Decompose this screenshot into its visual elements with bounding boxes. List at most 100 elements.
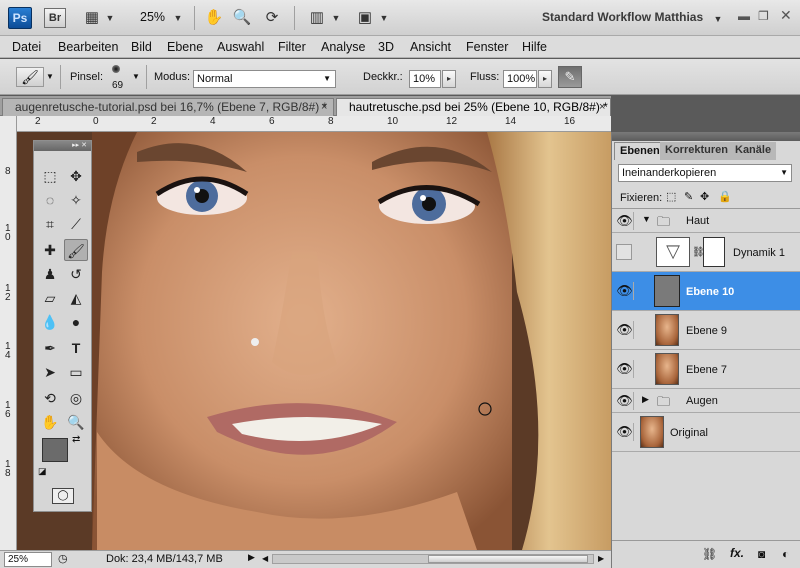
restore-icon[interactable]: ❐ <box>758 9 769 23</box>
screen-mode-icon[interactable]: ▣ <box>354 9 376 27</box>
layer-dynamik-1[interactable]: ▽ ⛓ Dynamik 1 <box>612 233 800 272</box>
bridge-button[interactable]: Br <box>44 8 66 28</box>
arrange-documents-icon[interactable]: ▥ <box>306 9 328 27</box>
magic-wand-icon[interactable]: ✧ <box>64 189 88 211</box>
hand-tool-icon[interactable]: ✋ <box>204 9 224 27</box>
workspace-dropdown-icon[interactable]: ▼ <box>712 10 724 28</box>
swap-colors-icon[interactable]: ⇄ <box>72 434 80 445</box>
new-adjustment-layer-icon[interactable]: ◐ <box>782 547 789 561</box>
brush-preset-icon[interactable]: 🖌 <box>16 67 44 87</box>
layer-group-augen[interactable]: 👁 ▶ 🗀 Augen <box>612 389 800 413</box>
dodge-tool-icon[interactable]: ● <box>64 311 88 333</box>
status-info-icon[interactable]: ◷ <box>58 552 68 565</box>
layer-ebene-9[interactable]: 👁 Ebene 9 <box>612 311 800 350</box>
layer-mask-thumbnail[interactable] <box>703 237 725 267</box>
horizontal-ruler[interactable]: 2 0 2 4 6 8 10 12 14 16 <box>17 116 611 132</box>
layer-ebene-10[interactable]: 👁 Ebene 10 <box>612 272 800 311</box>
scroll-right-icon[interactable]: ▶ <box>598 554 604 563</box>
chevron-down-icon[interactable]: ▼ <box>46 72 54 81</box>
menu-ebene[interactable]: Ebene <box>167 40 203 54</box>
blend-mode-select[interactable]: Ineinanderkopieren ▼ <box>618 164 792 182</box>
chevron-down-icon[interactable]: ▼ <box>378 9 390 27</box>
hand-tool-icon[interactable]: ✋ <box>38 411 62 433</box>
scroll-left-icon[interactable]: ◀ <box>262 554 270 564</box>
menu-datei[interactable]: Datei <box>12 40 41 54</box>
tab-kanaele[interactable]: Kanäle <box>730 142 777 160</box>
menu-filter[interactable]: Filter <box>278 40 306 54</box>
clone-stamp-icon[interactable]: ♟ <box>38 263 62 285</box>
flow-input[interactable]: 100% <box>503 70 537 88</box>
lasso-tool-icon[interactable]: ◌ <box>38 189 62 211</box>
document-canvas[interactable] <box>17 132 611 550</box>
visibility-off-box[interactable] <box>616 244 632 260</box>
eyedropper-icon[interactable]: ⟋ <box>64 213 88 235</box>
layer-group-haut[interactable]: 👁 ▼ 🗀 Haut <box>612 209 800 233</box>
mode-select[interactable]: Normal ▼ <box>193 70 336 88</box>
quick-mask-icon[interactable]: ◯ <box>52 488 74 504</box>
menu-ansicht[interactable]: Ansicht <box>410 40 451 54</box>
menu-auswahl[interactable]: Auswahl <box>217 40 264 54</box>
menu-analyse[interactable]: Analyse <box>321 40 365 54</box>
lock-pixels-icon[interactable]: ✎ <box>684 190 693 203</box>
pen-tool-icon[interactable]: ✒ <box>38 337 62 359</box>
zoom-level[interactable]: 25% <box>140 10 165 24</box>
visibility-eye-icon[interactable]: 👁 <box>616 360 634 378</box>
3d-orbit-icon[interactable]: ◎ <box>64 387 88 409</box>
status-zoom[interactable]: 25% <box>4 552 52 567</box>
marquee-tool-icon[interactable]: ⬚ <box>38 165 62 187</box>
workspace-name[interactable]: Standard Workflow Matthias <box>542 10 703 24</box>
visibility-eye-icon[interactable]: 👁 <box>616 392 634 410</box>
menu-hilfe[interactable]: Hilfe <box>522 40 547 54</box>
visibility-eye-icon[interactable]: 👁 <box>616 423 634 441</box>
opacity-slider-button[interactable]: ▸ <box>442 70 456 88</box>
film-strip-icon[interactable]: ▦ <box>82 9 102 27</box>
close-tab-icon[interactable]: × <box>321 99 327 116</box>
menu-3d[interactable]: 3D <box>378 40 394 54</box>
eraser-icon[interactable]: ▱ <box>38 287 62 309</box>
zoom-dropdown-icon[interactable]: ▼ <box>172 9 184 27</box>
group-expanded-icon[interactable]: ▼ <box>642 214 651 224</box>
group-collapsed-icon[interactable]: ▶ <box>642 394 649 405</box>
menu-bild[interactable]: Bild <box>131 40 152 54</box>
zoom-tool-icon[interactable]: 🔍 <box>64 411 88 433</box>
visibility-eye-icon[interactable]: 👁 <box>616 212 634 230</box>
history-brush-icon[interactable]: ↺ <box>64 263 88 285</box>
add-mask-icon[interactable]: ◙ <box>758 547 765 561</box>
airbrush-toggle-icon[interactable]: ✎ <box>558 66 582 88</box>
paint-bucket-icon[interactable]: ◭ <box>64 287 88 309</box>
visibility-eye-icon[interactable]: 👁 <box>616 282 634 300</box>
brush-tip-preview[interactable] <box>112 65 120 73</box>
default-colors-icon[interactable]: ◪ <box>38 466 47 477</box>
scrollbar-thumb[interactable] <box>428 555 588 563</box>
blur-tool-icon[interactable]: 💧 <box>38 311 62 333</box>
chevron-down-icon[interactable]: ▼ <box>330 9 342 27</box>
lock-position-icon[interactable]: ✥ <box>700 190 709 203</box>
menu-fenster[interactable]: Fenster <box>466 40 508 54</box>
zoom-tool-icon[interactable]: 🔍 <box>232 9 252 27</box>
healing-brush-icon[interactable]: ✚ <box>38 239 62 261</box>
link-layers-icon[interactable]: ⛓ <box>702 547 717 561</box>
3d-rotate-icon[interactable]: ⟲ <box>38 387 62 409</box>
tab-korrekturen[interactable]: Korrekturen <box>660 142 733 160</box>
layer-ebene-7[interactable]: 👁 Ebene 7 <box>612 350 800 389</box>
layer-style-fx-icon[interactable]: fx. <box>730 546 744 560</box>
panel-header[interactable] <box>612 132 800 141</box>
tab-augenretusche[interactable]: augenretusche-tutorial.psd bei 16,7% (Eb… <box>2 98 334 116</box>
crop-tool-icon[interactable]: ⌗ <box>38 213 62 235</box>
layer-original[interactable]: 👁 Original <box>612 413 800 452</box>
toolbox-header[interactable]: ▸▸ ✕ <box>34 141 91 151</box>
lock-transparency-icon[interactable]: ⬚ <box>666 190 676 203</box>
foreground-color-swatch[interactable] <box>42 438 68 462</box>
move-tool-icon[interactable]: ✥ <box>64 165 88 187</box>
chevron-down-icon[interactable]: ▼ <box>132 72 140 81</box>
path-selection-icon[interactable]: ➤ <box>38 361 62 383</box>
chevron-down-icon[interactable]: ▼ <box>104 9 116 27</box>
close-tab-icon[interactable]: × <box>599 99 605 116</box>
brush-tool-icon[interactable]: 🖌 <box>64 239 88 261</box>
horizontal-scrollbar[interactable] <box>272 554 594 564</box>
vertical-ruler[interactable]: 8 1 0 1 2 1 4 1 6 1 8 <box>0 116 17 550</box>
opacity-input[interactable]: 10% <box>409 70 441 88</box>
tab-hautretusche[interactable]: hautretusche.psd bei 25% (Ebene 10, RGB/… <box>336 98 611 116</box>
status-menu-arrow-icon[interactable]: ▶ <box>248 552 255 563</box>
tab-ebenen[interactable]: Ebenen <box>614 142 666 160</box>
